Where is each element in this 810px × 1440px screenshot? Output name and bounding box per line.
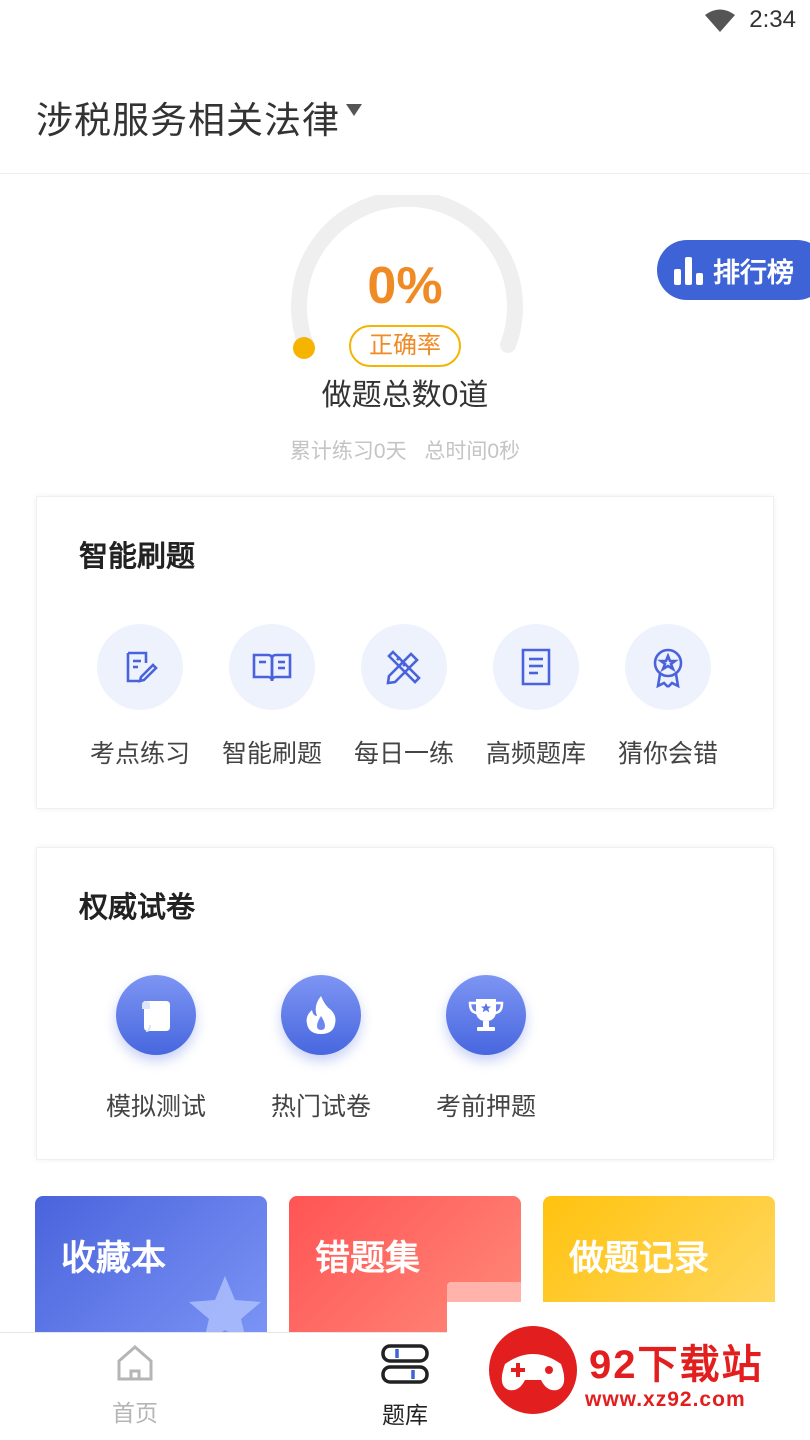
fire-icon <box>306 996 336 1034</box>
watermark: 92下载站 www.xz92.com <box>447 1302 810 1440</box>
status-time: 2:34 <box>749 6 796 33</box>
feature-daily-practice[interactable]: 每日一练 <box>338 624 470 770</box>
accuracy-label: 正确率 <box>349 325 461 367</box>
practice-info: 累计练习0天 总时间0秒 <box>0 435 810 465</box>
practice-days: 累计练习0天 <box>289 440 407 463</box>
document-icon <box>521 648 551 686</box>
paper-pre-exam-predictions[interactable]: 考前押题 <box>416 975 556 1123</box>
card-title: 权威试卷 <box>79 892 196 924</box>
open-book-icon <box>252 653 292 682</box>
gauge-indicator-dot <box>293 337 315 359</box>
feature-label: 高频题库 <box>485 740 586 768</box>
gamepad-logo-icon <box>489 1326 577 1414</box>
feature-label: 考点练习 <box>89 740 190 768</box>
subject-selector[interactable]: 涉税服务相关法律 <box>36 90 340 144</box>
watermark-url: www.xz92.com <box>585 1388 746 1411</box>
star-icon <box>189 1276 261 1336</box>
trophy-icon <box>468 999 504 1031</box>
paper-label: 模拟测试 <box>105 1093 206 1121</box>
feature-high-frequency-bank[interactable]: 高频题库 <box>470 624 602 770</box>
tile-title: 收藏本 <box>61 1239 167 1278</box>
feature-exam-point-practice[interactable]: 考点练习 <box>74 624 206 770</box>
paper-mock-test[interactable]: 模拟测试 <box>86 975 226 1123</box>
favorites-tile[interactable]: 收藏本 <box>35 1196 267 1336</box>
bar-chart-icon <box>674 257 703 285</box>
feature-label: 猜你会错 <box>617 740 718 768</box>
status-bar: 2:34 <box>0 0 810 44</box>
total-questions: 做题总数0道 <box>321 379 489 412</box>
badge-icon <box>653 648 683 689</box>
paper-label: 热门试卷 <box>270 1093 371 1121</box>
feature-smart-practice[interactable]: 智能刷题 <box>206 624 338 770</box>
total-time: 总时间0秒 <box>424 440 521 463</box>
scroll-icon <box>142 1001 170 1032</box>
pencil-ruler-icon <box>386 650 421 685</box>
leaderboard-button[interactable]: 排行榜 <box>657 240 810 300</box>
leaderboard-label: 排行榜 <box>713 257 794 288</box>
tile-title: 做题记录 <box>569 1239 710 1278</box>
edit-doc-icon <box>126 651 158 683</box>
header: 涉税服务相关法律 <box>0 44 810 174</box>
watermark-text: 92下载站 <box>589 1343 764 1387</box>
caret-down-icon[interactable] <box>346 104 362 116</box>
smart-practice-card: 智能刷题 考点练习 智能刷题 每日一练 高频题库 猜你会错 <box>36 496 774 809</box>
paper-hot-papers[interactable]: 热门试卷 <box>251 975 391 1123</box>
home-icon <box>117 1345 153 1381</box>
question-bank-icon <box>381 1344 429 1384</box>
feature-guess-mistakes[interactable]: 猜你会错 <box>602 624 734 770</box>
paper-label: 考前押题 <box>435 1093 536 1121</box>
feature-label: 每日一练 <box>353 740 454 768</box>
nav-home[interactable]: 首页 <box>75 1343 195 1428</box>
card-title: 智能刷题 <box>79 541 196 573</box>
authoritative-papers-card: 权威试卷 模拟测试 热门试卷 考前押题 <box>36 847 774 1160</box>
tile-title: 错题集 <box>315 1239 421 1278</box>
feature-label: 智能刷题 <box>221 740 322 768</box>
nav-label: 首页 <box>112 1400 158 1426</box>
wifi-icon <box>705 9 735 32</box>
